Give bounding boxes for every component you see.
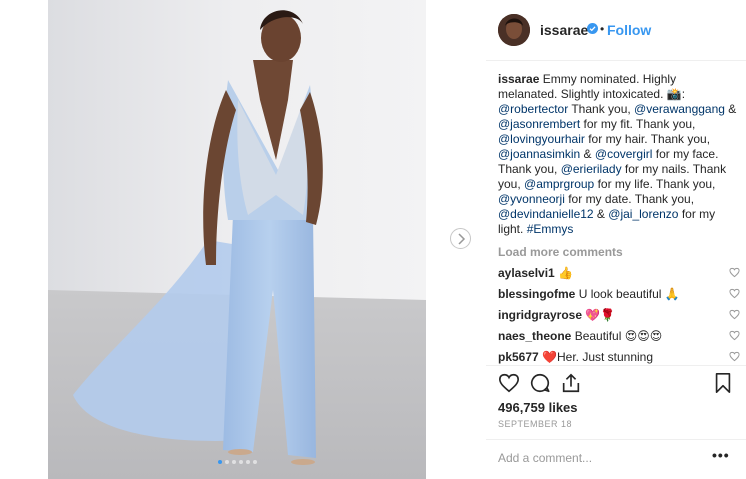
caption-link[interactable]: @robertector [498, 102, 568, 116]
caption-text: Emmy nominated. Highly melanated. Slight… [498, 72, 736, 236]
photo-illustration [48, 0, 426, 479]
carousel-dot[interactable] [224, 460, 229, 464]
save-bookmark-icon[interactable] [712, 372, 734, 394]
caption-link[interactable]: @covergirl [595, 147, 653, 161]
comment-like-heart-icon[interactable] [729, 330, 740, 341]
caption-text-segment: & [724, 102, 737, 116]
header-username[interactable]: issarae [540, 22, 588, 38]
actions-divider [486, 365, 746, 366]
caption-link[interactable]: @amprgroup [524, 177, 594, 191]
comment-like-heart-icon[interactable] [729, 288, 740, 299]
more-options-button[interactable]: ••• [712, 447, 730, 463]
caption-text-segment: Thank you, [568, 102, 635, 116]
comment-row: aylaselvi1 👍 [498, 266, 740, 281]
comment-like-heart-icon[interactable] [729, 309, 740, 320]
comment-username[interactable]: pk5677 [498, 350, 539, 364]
action-bar [498, 372, 734, 396]
caption-link[interactable]: @jai_lorenzo [608, 207, 678, 221]
comment-like-heart-icon[interactable] [729, 267, 740, 278]
caption: issarae Emmy nominated. Highly melanated… [498, 72, 738, 237]
share-icon[interactable] [560, 372, 582, 394]
caption-link[interactable]: @yvonneorji [498, 192, 565, 206]
header-divider [486, 60, 746, 61]
like-heart-icon[interactable] [498, 372, 520, 394]
post-date[interactable]: SEPTEMBER 18 [498, 419, 572, 429]
comment-username[interactable]: ingridgrayrose [498, 308, 582, 322]
caption-text-segment: & [580, 147, 595, 161]
comment-row: ingridgrayrose 💖🌹 [498, 308, 740, 323]
carousel-dot[interactable] [217, 460, 222, 464]
caption-text-segment: for my date. Thank you, [564, 192, 695, 206]
caption-link[interactable]: @erierilady [561, 162, 622, 176]
comment-text: ❤️Her. Just stunning [538, 350, 654, 364]
comment-username[interactable]: aylaselvi1 [498, 266, 555, 280]
comment-like-heart-icon[interactable] [729, 351, 740, 362]
post-photo[interactable] [48, 0, 426, 479]
caption-text-segment: for my fit. Thank you, [580, 117, 696, 131]
caption-link[interactable]: @lovingyourhair [498, 132, 585, 146]
load-more-comments-button[interactable]: Load more comments [498, 245, 738, 260]
carousel-indicator [48, 451, 426, 469]
carousel-dot[interactable] [238, 460, 243, 464]
caption-link[interactable]: @jasonrembert [498, 117, 580, 131]
comment-row: blessingofme U look beautiful 🙏 [498, 287, 740, 302]
caption-link[interactable]: @devindanielle12 [498, 207, 594, 221]
comment-row: pk5677 ❤️Her. Just stunning [498, 350, 740, 365]
post-header: issarae • Follow [426, 0, 746, 60]
add-comment-divider [486, 439, 746, 440]
avatar[interactable] [498, 14, 530, 46]
comment-bubble-icon[interactable] [529, 372, 551, 394]
caption-text-segment: for my hair. Thank you, [584, 132, 711, 146]
comment-text: Beautiful 😍😍😍 [571, 329, 663, 343]
follow-button[interactable]: Follow [607, 22, 651, 38]
carousel-dot[interactable] [252, 460, 257, 464]
caption-text-segment: for my life. Thank you, [594, 177, 716, 191]
comments-section: issarae Emmy nominated. Highly melanated… [498, 72, 740, 365]
comment-row: naes_theone Beautiful 😍😍😍 [498, 329, 740, 344]
post-details-panel: issarae • Follow issarae Emmy nominated.… [426, 0, 746, 479]
carousel-dot[interactable] [245, 460, 250, 464]
page-margin [0, 0, 48, 479]
carousel-dot[interactable] [231, 460, 236, 464]
verified-badge-icon [587, 23, 598, 34]
caption-link[interactable]: @joannasimkin [498, 147, 580, 161]
caption-link[interactable]: @verawanggang [634, 102, 725, 116]
comment-text: 💖🌹 [582, 308, 616, 322]
caption-link[interactable]: #Emmys [527, 222, 574, 236]
comment-text: U look beautiful 🙏 [575, 287, 680, 301]
avatar-image [498, 14, 530, 46]
add-comment-input[interactable]: Add a comment... [498, 451, 592, 465]
like-count[interactable]: 496,759 likes [498, 400, 578, 415]
comment-text: 👍 [554, 266, 573, 280]
caption-username[interactable]: issarae [498, 72, 539, 86]
caption-text-segment: & [593, 207, 609, 221]
comment-list: aylaselvi1 👍 blessingofme U look beautifu… [498, 266, 740, 365]
comment-username[interactable]: blessingofme [498, 287, 575, 301]
comment-username[interactable]: naes_theone [498, 329, 571, 343]
header-separator: • [600, 22, 605, 36]
